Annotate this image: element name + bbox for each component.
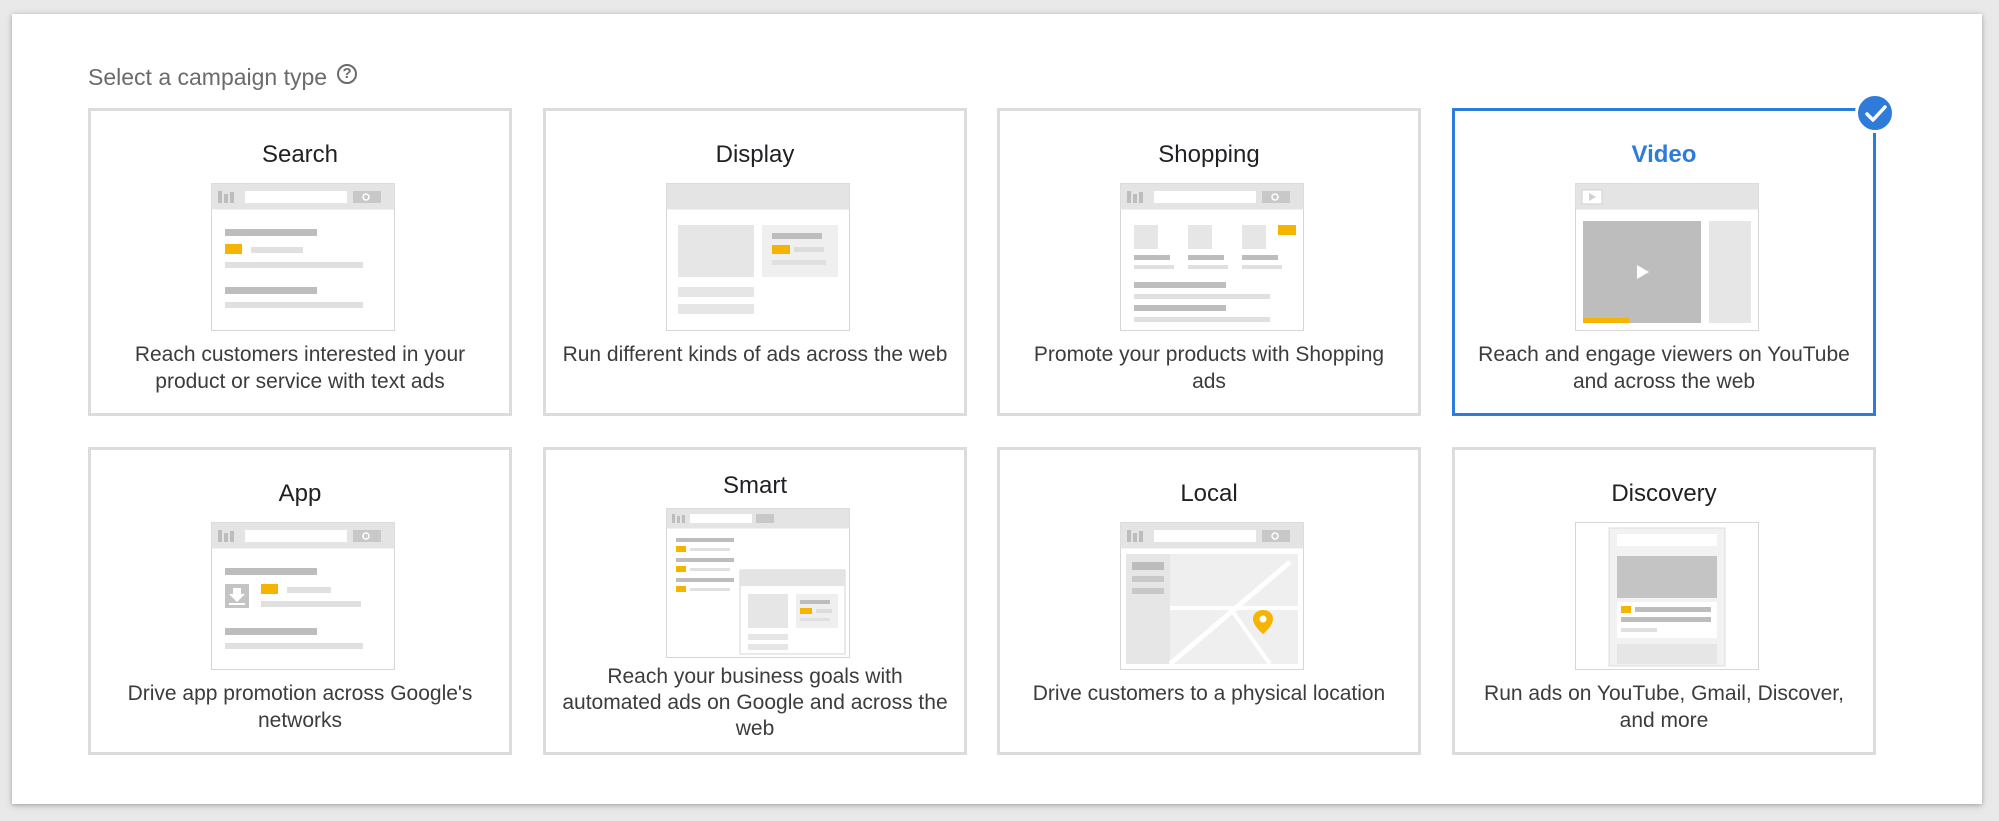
card-description: Drive app promotion across Google's netw… — [127, 682, 473, 732]
campaign-card-shopping[interactable]: Shopping Promote your products with Shop… — [997, 108, 1421, 416]
help-circle-icon[interactable]: ? — [337, 63, 358, 84]
card-title: Video — [1631, 141, 1697, 168]
card-title: Display — [715, 141, 795, 168]
card-title: Discovery — [1611, 480, 1717, 507]
selected-check-icon — [1855, 93, 1895, 133]
card-title: Shopping — [1158, 141, 1260, 168]
campaign-card-display[interactable]: Display Run different kinds of ads acros… — [543, 108, 967, 416]
campaign-card-local[interactable]: Local Drive customers to a physical loca… — [997, 447, 1421, 755]
video-ads-illustration — [1575, 183, 1759, 331]
card-description: Drive customers to a physical location — [1032, 682, 1386, 705]
campaign-type-heading: Select a campaign type ? — [88, 63, 358, 91]
card-description: Run different kinds of ads across the we… — [562, 343, 948, 366]
local-map-illustration — [1120, 522, 1304, 670]
campaign-card-video[interactable]: Video Reach and engage viewers on YouTub… — [1452, 108, 1876, 416]
discovery-feed-illustration — [1575, 522, 1759, 670]
campaign-card-smart[interactable]: Smart Reach your business goals with aut… — [543, 447, 967, 755]
campaign-card-search[interactable]: Search Reach customers interested in you… — [88, 108, 512, 416]
campaign-card-discovery[interactable]: Discovery Run ads on YouTube, Gmail, Dis… — [1452, 447, 1876, 755]
card-description: Reach your business goals with automated… — [562, 665, 948, 740]
card-description: Promote your products with Shopping ads — [1033, 343, 1385, 393]
shopping-ads-illustration — [1120, 183, 1304, 331]
heading-label: Select a campaign type — [88, 64, 328, 90]
card-description: Reach customers interested in your produ… — [134, 343, 466, 393]
card-title: Search — [261, 141, 339, 168]
smart-campaign-illustration — [666, 508, 850, 658]
search-results-illustration — [211, 183, 395, 331]
card-description: Reach and engage viewers on YouTube and … — [1478, 343, 1850, 393]
card-title: App — [278, 480, 322, 507]
app-promotion-illustration — [211, 522, 395, 670]
card-description: Run ads on YouTube, Gmail, Discover, and… — [1484, 682, 1844, 732]
display-ads-illustration — [666, 183, 850, 331]
card-title: Smart — [722, 472, 787, 499]
card-title: Local — [1180, 480, 1238, 507]
campaign-card-app[interactable]: App Drive app promotion across Google's … — [88, 447, 512, 755]
